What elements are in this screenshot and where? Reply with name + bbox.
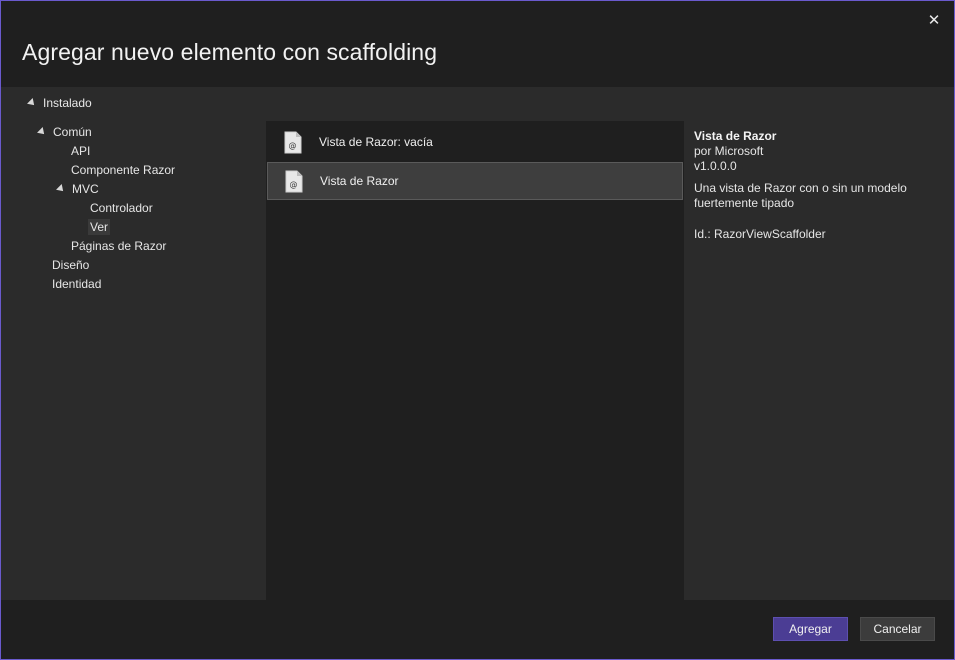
template-label: Vista de Razor [320, 174, 399, 188]
title-bar: Agregar nuevo elemento con scaffolding ✕ [1, 1, 954, 87]
add-button[interactable]: Agregar [773, 617, 848, 641]
svg-text:@: @ [290, 180, 298, 189]
dialog-title: Agregar nuevo elemento con scaffolding [22, 39, 438, 65]
details-panel: Vista de Razor por Microsoft v1.0.0.0 Un… [694, 129, 944, 242]
tree-node-label: Páginas de Razor [71, 238, 167, 253]
razor-file-icon: @ [284, 131, 302, 154]
details-id: Id.: RazorViewScaffolder [694, 227, 826, 241]
template-label: Vista de Razor: vacía [319, 135, 433, 149]
svg-text:@: @ [289, 141, 297, 150]
template-list: @ Vista de Razor: vacía @ Vista de Razor [266, 121, 684, 600]
tree-node-ver[interactable]: Ver [88, 217, 111, 236]
tree-node-label: MVC [72, 181, 99, 196]
tree-node-api[interactable]: API [71, 141, 90, 160]
details-description: Una vista de Razor con o sin un modelo f… [694, 181, 907, 210]
tree-node-diseno[interactable]: Diseño [52, 255, 89, 274]
razor-file-icon: @ [285, 170, 303, 193]
tree-node-label: Ver [88, 218, 111, 235]
tree-node-controlador[interactable]: Controlador [90, 198, 153, 217]
tree-node-label: Diseño [52, 257, 90, 272]
template-item-razor-view[interactable]: @ Vista de Razor [267, 162, 683, 200]
details-name: Vista de Razor [694, 129, 777, 143]
tree-node-paginas-de-razor[interactable]: Páginas de Razor [71, 236, 166, 255]
tree-node-comun[interactable]: Común [37, 122, 92, 141]
tree-node-mvc[interactable]: MVC [56, 179, 99, 198]
installed-label: Instalado [43, 96, 92, 110]
tree-node-label: API [71, 143, 91, 158]
scaffold-dialog: Agregar nuevo elemento con scaffolding ✕… [0, 0, 955, 660]
tree-node-label: Controlador [90, 200, 153, 215]
template-item-razor-empty[interactable]: @ Vista de Razor: vacía [267, 123, 683, 161]
details-author: por Microsoft [694, 144, 764, 158]
collapse-triangle-icon [27, 98, 37, 108]
tree-node-label: Común [53, 124, 92, 139]
tree-node-componente-razor[interactable]: Componente Razor [71, 160, 175, 179]
cancel-button[interactable]: Cancelar [860, 617, 935, 641]
close-icon[interactable]: ✕ [924, 11, 944, 31]
tree-node-label: Identidad [52, 276, 102, 291]
details-version: v1.0.0.0 [694, 159, 737, 173]
expand-triangle-icon [56, 183, 66, 194]
tree-node-identidad[interactable]: Identidad [52, 274, 101, 293]
expand-triangle-icon [37, 126, 47, 137]
tree-node-label: Componente Razor [71, 162, 176, 177]
installed-header[interactable]: Instalado [27, 95, 92, 111]
